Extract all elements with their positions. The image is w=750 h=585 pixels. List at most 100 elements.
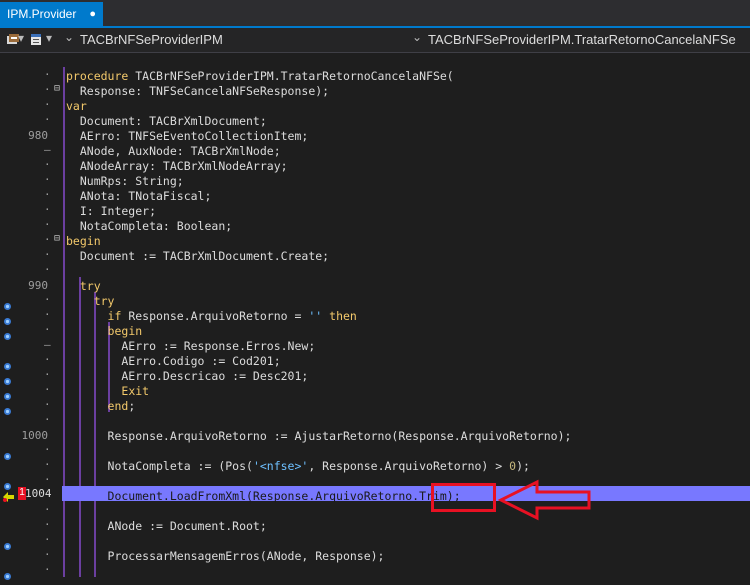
code-line[interactable]: · ANodeArray: TACBrXmlNodeArray; bbox=[0, 158, 750, 173]
code-text: Response: TNFSeCancelaNFSeResponse); bbox=[66, 84, 330, 98]
code-text: ANode := Document.Root; bbox=[66, 519, 267, 533]
unit-icon[interactable] bbox=[30, 33, 42, 46]
code-text: try bbox=[79, 279, 101, 293]
line-number: 1000 bbox=[21, 429, 49, 442]
code-line[interactable]: · NumRps: String; bbox=[0, 173, 750, 188]
code-line[interactable]: · AErro.Descricao := Desc201; bbox=[0, 368, 750, 385]
line-marker: · bbox=[44, 263, 51, 276]
blue-dot-icon[interactable] bbox=[3, 401, 12, 415]
line-marker: · bbox=[44, 383, 51, 396]
line-marker: · bbox=[44, 413, 51, 426]
code-line[interactable]: · NotaCompleta: Boolean; bbox=[0, 218, 750, 233]
line-marker: – bbox=[44, 143, 51, 156]
line-number: 980 bbox=[28, 129, 48, 142]
tab-modified-icon[interactable]: ● bbox=[89, 8, 96, 20]
blue-dot-icon[interactable] bbox=[3, 356, 12, 370]
code-line[interactable]: · end; bbox=[0, 398, 750, 415]
blue-dot-icon[interactable] bbox=[3, 326, 12, 340]
current-line-number: 1004 bbox=[25, 487, 52, 500]
code-text: ProcessarMensagemErros(ANode, Response); bbox=[66, 549, 385, 563]
code-line[interactable]: · NotaCompleta := (Pos('<nfse>', Respons… bbox=[0, 458, 750, 473]
code-line[interactable]: · begin bbox=[0, 323, 750, 340]
code-text: Document.LoadFromXml(Response.ArquivoRet… bbox=[66, 489, 461, 503]
nav-class-selector[interactable]: TACBrNFSeProviderIPM bbox=[80, 32, 223, 47]
line-marker: · bbox=[44, 503, 51, 516]
line-marker: · bbox=[44, 398, 51, 411]
line-marker: · bbox=[44, 98, 51, 111]
blue-dot-icon[interactable] bbox=[3, 311, 12, 325]
line-marker: · bbox=[44, 83, 51, 96]
line-marker: · bbox=[44, 518, 51, 531]
line-marker: · bbox=[44, 353, 51, 366]
dropdown-chevron-icon[interactable]: ⌄ bbox=[64, 30, 74, 44]
line-marker: · bbox=[44, 563, 51, 576]
code-text: AErro: TNFSeEventoCollectionItem; bbox=[66, 129, 309, 143]
blue-dot-icon[interactable] bbox=[3, 386, 12, 400]
code-line[interactable]: 980 AErro: TNFSeEventoCollectionItem; bbox=[0, 128, 750, 143]
tab-title: IPM.Provider bbox=[7, 7, 77, 21]
blue-dot-icon[interactable] bbox=[3, 446, 12, 460]
code-line[interactable]: · Document := TACBrXmlDocument.Create; bbox=[0, 248, 750, 263]
code-line[interactable]: · ANota: TNotaFiscal; bbox=[0, 188, 750, 203]
code-line[interactable]: · I: Integer; bbox=[0, 203, 750, 218]
line-marker: · bbox=[44, 113, 51, 126]
line-marker: · bbox=[44, 308, 51, 321]
code-line[interactable]: · ⊟ begin bbox=[0, 233, 750, 248]
code-line[interactable]: Document.LoadFromXml(Response.ArquivoRet… bbox=[0, 488, 750, 503]
code-text: Document := TACBrXmlDocument.Create; bbox=[66, 249, 330, 263]
line-marker: · bbox=[44, 203, 51, 216]
code-line[interactable]: · ProcessarMensagemErros(ANode, Response… bbox=[0, 548, 750, 563]
blue-dot-icon[interactable] bbox=[3, 536, 12, 550]
code-line[interactable]: · bbox=[0, 533, 750, 550]
code-text: end; bbox=[107, 399, 136, 413]
tab-ipm-provider[interactable]: IPM.Provider ● bbox=[0, 2, 103, 26]
code-line[interactable]: · ⊟ Response: TNFSeCancelaNFSeResponse); bbox=[0, 83, 750, 98]
code-line[interactable]: – AErro := Response.Erros.New; bbox=[0, 338, 750, 353]
code-line[interactable]: · bbox=[0, 413, 750, 428]
blue-dot-icon[interactable] bbox=[3, 476, 12, 490]
dropdown-chevron-icon[interactable]: ⌄ bbox=[412, 30, 422, 44]
code-line[interactable]: · bbox=[0, 473, 750, 490]
code-line[interactable]: · try bbox=[0, 293, 750, 310]
breakpoint-arrow-icon[interactable] bbox=[2, 488, 16, 502]
code-text: ANota: TNotaFiscal; bbox=[66, 189, 212, 203]
annotation-box bbox=[431, 483, 496, 512]
code-line[interactable]: · var bbox=[0, 98, 750, 113]
code-line[interactable]: · bbox=[0, 563, 750, 580]
code-text: Exit bbox=[121, 384, 150, 398]
line-marker: · bbox=[44, 158, 51, 171]
code-line[interactable]: · procedure TACBrNFSeProviderIPM.TratarRe… bbox=[0, 68, 750, 83]
line-marker: · bbox=[44, 458, 51, 471]
line-number: 990 bbox=[28, 279, 48, 292]
code-text: I: Integer; bbox=[66, 204, 157, 218]
line-marker: · bbox=[44, 473, 51, 486]
code-line[interactable]: · Document: TACBrXmlDocument; bbox=[0, 113, 750, 128]
code-text: ANode, AuxNode: TACBrXmlNode; bbox=[66, 144, 281, 158]
code-text: AErro.Descricao := Desc201; bbox=[66, 369, 309, 383]
line-marker: · bbox=[44, 248, 51, 261]
code-text: try bbox=[93, 294, 115, 308]
code-text: NotaCompleta := (Pos('<nfse>', Response.… bbox=[66, 459, 530, 473]
nav-method-selector[interactable]: TACBrNFSeProviderIPM.TratarRetornoCancel… bbox=[428, 32, 736, 47]
code-line[interactable]: · AErro.Codigo := Cod201; bbox=[0, 353, 750, 370]
line-marker: · bbox=[44, 548, 51, 561]
fold-toggle-icon[interactable]: ⊟ bbox=[54, 83, 60, 94]
chevron-down-icon[interactable]: ▾ bbox=[46, 31, 52, 45]
code-line[interactable]: – ANode, AuxNode: TACBrXmlNode; bbox=[0, 143, 750, 158]
code-line[interactable]: · bbox=[0, 263, 750, 278]
blue-dot-icon[interactable] bbox=[3, 371, 12, 385]
code-line[interactable]: · bbox=[0, 503, 750, 518]
code-line[interactable]: · bbox=[0, 443, 750, 460]
code-line[interactable]: · if Response.ArquivoRetorno = '' then bbox=[0, 308, 750, 325]
blue-dot-icon[interactable] bbox=[3, 566, 12, 580]
code-text: AErro.Codigo := Cod201; bbox=[66, 354, 281, 368]
code-line[interactable]: · Exit bbox=[0, 383, 750, 400]
code-line[interactable]: · ANode := Document.Root; bbox=[0, 518, 750, 533]
fold-toggle-icon[interactable]: ⊟ bbox=[54, 233, 60, 244]
code-line[interactable]: 1000 Response.ArquivoRetorno := AjustarR… bbox=[0, 428, 750, 443]
chevron-down-icon[interactable]: ▾ bbox=[18, 31, 24, 45]
code-text: NotaCompleta: Boolean; bbox=[66, 219, 233, 233]
code-text: if Response.ArquivoRetorno = '' then bbox=[107, 309, 357, 323]
blue-dot-icon[interactable] bbox=[3, 296, 12, 310]
code-line[interactable]: 990 try bbox=[0, 278, 750, 293]
